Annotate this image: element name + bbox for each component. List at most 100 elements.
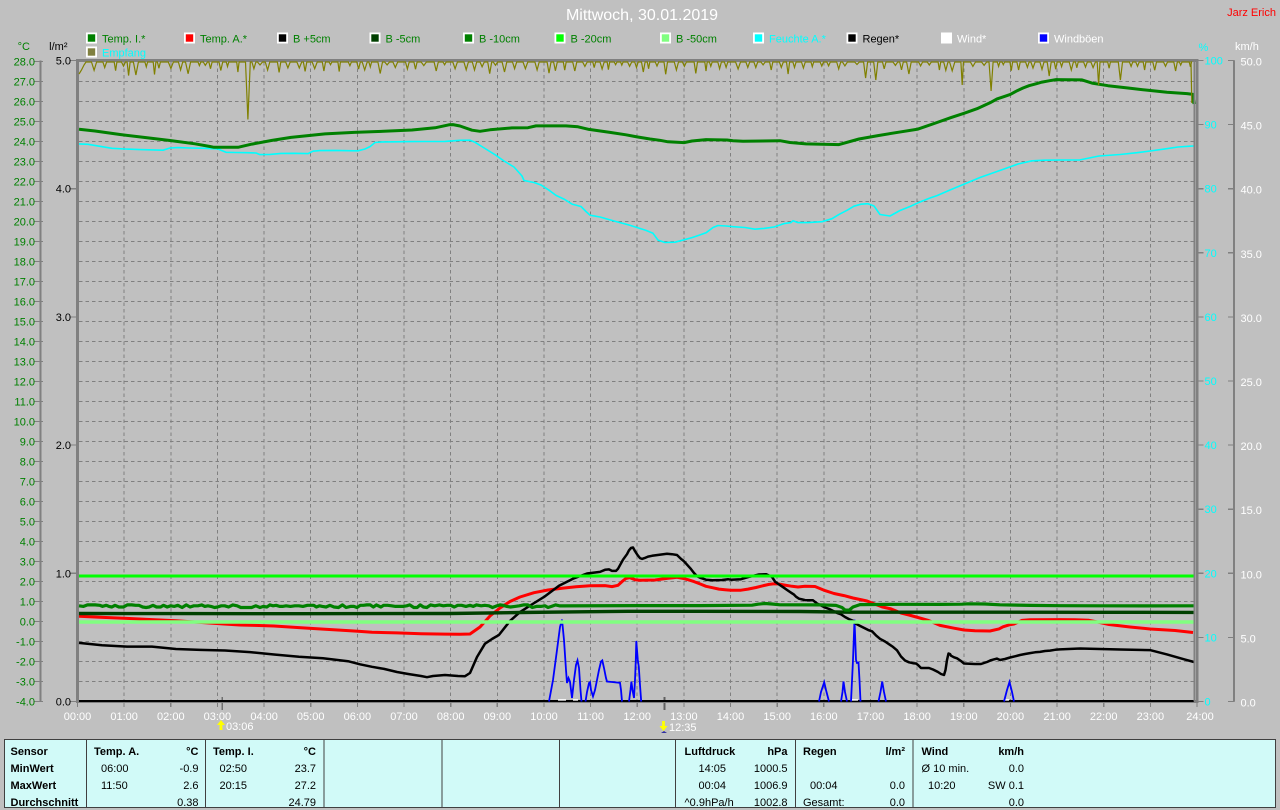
svg-text:30: 30 <box>1205 504 1217 516</box>
svg-text:15.0: 15.0 <box>14 317 35 329</box>
svg-text:0.0: 0.0 <box>20 617 35 629</box>
svg-text:00:04: 00:04 <box>699 780 727 792</box>
svg-text:70: 70 <box>1205 248 1217 260</box>
svg-text:MinWert: MinWert <box>11 763 55 775</box>
svg-text:25.0: 25.0 <box>1241 377 1262 389</box>
svg-text:-4.0: -4.0 <box>16 697 35 709</box>
svg-text:0: 0 <box>1205 697 1211 709</box>
svg-text:24.79: 24.79 <box>288 797 316 809</box>
svg-text:°C: °C <box>186 746 198 758</box>
svg-text:7.0: 7.0 <box>20 477 35 489</box>
svg-text:24.0: 24.0 <box>14 137 35 149</box>
svg-text:5.0: 5.0 <box>20 517 35 529</box>
svg-text:Jarz Erich: Jarz Erich <box>1227 7 1276 19</box>
svg-text:23:00: 23:00 <box>1137 711 1165 723</box>
svg-text:0.38: 0.38 <box>177 797 198 809</box>
svg-text:15:00: 15:00 <box>763 711 791 723</box>
svg-text:B -5cm: B -5cm <box>386 34 421 46</box>
svg-text:Sensor: Sensor <box>11 746 49 758</box>
svg-text:22:00: 22:00 <box>1090 711 1118 723</box>
svg-text:50: 50 <box>1205 376 1217 388</box>
svg-text:1.0: 1.0 <box>20 597 35 609</box>
svg-text:12:00: 12:00 <box>623 711 651 723</box>
svg-text:10:00: 10:00 <box>530 711 558 723</box>
svg-text:5.0: 5.0 <box>1241 633 1256 645</box>
svg-text:45.0: 45.0 <box>1241 121 1262 133</box>
svg-text:28.0: 28.0 <box>14 57 35 69</box>
svg-text:27.0: 27.0 <box>14 77 35 89</box>
svg-text:4.0: 4.0 <box>56 184 71 196</box>
svg-text:11.0: 11.0 <box>14 397 35 409</box>
svg-text:10.0: 10.0 <box>14 417 35 429</box>
svg-text:0.0: 0.0 <box>1009 797 1024 809</box>
svg-text:21:00: 21:00 <box>1043 711 1071 723</box>
svg-text:02:00: 02:00 <box>157 711 185 723</box>
svg-text:0.0: 0.0 <box>1241 698 1256 710</box>
svg-text:19:00: 19:00 <box>950 711 978 723</box>
svg-text:2.0: 2.0 <box>20 577 35 589</box>
svg-text:3.0: 3.0 <box>56 312 71 324</box>
svg-text:00:00: 00:00 <box>64 711 92 723</box>
svg-text:22.0: 22.0 <box>14 177 35 189</box>
svg-text:5.0: 5.0 <box>56 56 71 68</box>
svg-text:B +5cm: B +5cm <box>293 34 331 46</box>
svg-text:02:50: 02:50 <box>220 763 248 775</box>
svg-text:Ø 10 min.: Ø 10 min. <box>922 763 970 775</box>
svg-text:-2.0: -2.0 <box>16 657 35 669</box>
svg-text:^0.9hPa/h: ^0.9hPa/h <box>685 797 734 809</box>
svg-text:10.0: 10.0 <box>1241 569 1262 581</box>
svg-text:B -20cm: B -20cm <box>571 34 612 46</box>
svg-text:06:00: 06:00 <box>344 711 372 723</box>
svg-text:Wind: Wind <box>922 746 949 758</box>
svg-text:14:00: 14:00 <box>717 711 745 723</box>
svg-text:hPa: hPa <box>767 746 788 758</box>
svg-text:30.0: 30.0 <box>1241 313 1262 325</box>
svg-text:0.0: 0.0 <box>890 797 905 809</box>
svg-text:20:15: 20:15 <box>220 780 248 792</box>
svg-text:20.0: 20.0 <box>1241 441 1262 453</box>
svg-text:Regen: Regen <box>803 746 837 758</box>
svg-text:1006.9: 1006.9 <box>754 780 788 792</box>
svg-text:Windböen: Windböen <box>1054 34 1104 46</box>
svg-text:-3.0: -3.0 <box>16 677 35 689</box>
svg-text:60: 60 <box>1205 312 1217 324</box>
svg-text:14.0: 14.0 <box>14 337 35 349</box>
svg-text:km/h: km/h <box>1235 41 1259 53</box>
svg-text:Feuchte A.*: Feuchte A.* <box>769 34 827 46</box>
svg-text:Temp. I.: Temp. I. <box>213 746 254 758</box>
svg-text:23.7: 23.7 <box>295 763 316 775</box>
svg-text:23.0: 23.0 <box>14 157 35 169</box>
svg-text:Temp. A.: Temp. A. <box>94 746 139 758</box>
svg-text:2.0: 2.0 <box>56 440 71 452</box>
svg-text:13.0: 13.0 <box>14 357 35 369</box>
svg-text:24:00: 24:00 <box>1186 711 1214 723</box>
svg-text:35.0: 35.0 <box>1241 249 1262 261</box>
svg-text:07:00: 07:00 <box>390 711 418 723</box>
svg-text:40: 40 <box>1205 440 1217 452</box>
svg-text:100: 100 <box>1205 56 1223 68</box>
svg-text:0.0: 0.0 <box>1009 763 1024 775</box>
svg-text:17:00: 17:00 <box>857 711 885 723</box>
svg-text:08:00: 08:00 <box>437 711 465 723</box>
svg-text:3.0: 3.0 <box>20 557 35 569</box>
svg-text:-0.9: -0.9 <box>180 763 199 775</box>
svg-text:18.0: 18.0 <box>14 257 35 269</box>
svg-text:10: 10 <box>1205 632 1217 644</box>
svg-text:6.0: 6.0 <box>20 497 35 509</box>
svg-text:10:20: 10:20 <box>928 780 956 792</box>
svg-text:11:00: 11:00 <box>577 711 604 723</box>
svg-text:Regen*: Regen* <box>863 34 900 46</box>
svg-text:Luftdruck: Luftdruck <box>685 746 737 758</box>
svg-text:°C: °C <box>304 746 316 758</box>
svg-text:0.0: 0.0 <box>56 697 71 709</box>
svg-text:Empfang: Empfang <box>102 48 146 60</box>
svg-text:18:00: 18:00 <box>903 711 931 723</box>
svg-text:SW 0.1: SW 0.1 <box>988 780 1024 792</box>
svg-text:B -10cm: B -10cm <box>479 34 520 46</box>
svg-text:05:00: 05:00 <box>297 711 325 723</box>
svg-text:12.0: 12.0 <box>14 377 35 389</box>
svg-text:Durchschnitt: Durchschnitt <box>11 797 79 809</box>
svg-text:01:00: 01:00 <box>110 711 138 723</box>
svg-text:0.0: 0.0 <box>890 780 905 792</box>
svg-text:16:00: 16:00 <box>810 711 838 723</box>
